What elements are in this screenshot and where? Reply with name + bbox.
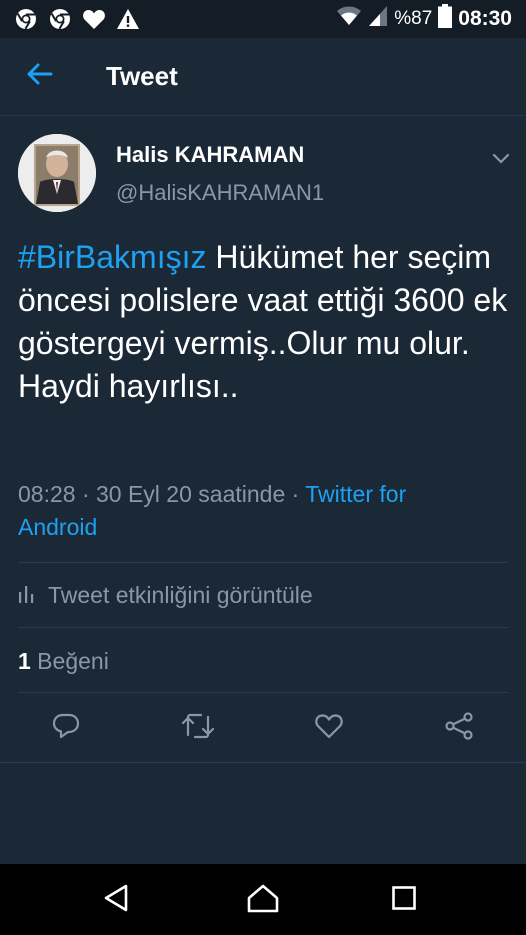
likes-label: Beğeni xyxy=(30,648,109,674)
arrow-left-icon xyxy=(27,63,53,90)
signal-icon xyxy=(368,5,388,33)
retweet-icon xyxy=(181,713,215,744)
activity-label[interactable]: Tweet etkinliğini görüntüle xyxy=(48,582,313,609)
nav-recents-button[interactable] xyxy=(384,882,424,918)
nav-home-button[interactable] xyxy=(243,882,283,918)
author-name[interactable]: Halis KAHRAMAN xyxy=(116,142,324,168)
retweet-button[interactable] xyxy=(176,706,220,750)
divider xyxy=(18,692,508,693)
reply-button[interactable] xyxy=(44,706,88,750)
tweet-menu-button[interactable] xyxy=(492,152,510,170)
share-icon xyxy=(444,711,474,745)
tweet-author[interactable]: Halis KAHRAMAN @HalisKAHRAMAN1 xyxy=(18,134,324,212)
divider xyxy=(0,762,526,763)
hashtag-link[interactable]: #BirBakmışız xyxy=(18,239,206,275)
divider xyxy=(18,562,508,563)
tweet-text: #BirBakmışız Hükümet her seçim öncesi po… xyxy=(18,236,513,408)
chrome-icon xyxy=(48,7,72,31)
likes-count-link[interactable]: 1 Beğeni xyxy=(18,648,109,675)
app-bar: Tweet xyxy=(0,38,526,116)
bar-chart-icon xyxy=(18,582,48,609)
battery-percent: %87 xyxy=(394,8,433,29)
tweet-actions xyxy=(0,706,526,750)
back-button[interactable] xyxy=(0,38,80,116)
chevron-down-icon xyxy=(492,152,510,169)
tweet-detail: Halis KAHRAMAN @HalisKAHRAMAN1 #BirBakmı… xyxy=(0,116,526,864)
battery-icon xyxy=(438,4,453,34)
recents-icon xyxy=(391,885,417,916)
reply-icon xyxy=(52,713,80,744)
status-bar: %87 08:30 xyxy=(0,0,526,38)
share-button[interactable] xyxy=(437,706,481,750)
tweet-meta: 08:28 · 30 Eyl 20 saatinde · Twitter for… xyxy=(18,478,488,545)
likes-count: 1 xyxy=(18,648,31,674)
avatar[interactable] xyxy=(18,134,96,212)
system-nav-bar xyxy=(0,864,526,935)
author-handle[interactable]: @HalisKAHRAMAN1 xyxy=(116,180,324,206)
warning-icon xyxy=(116,8,140,30)
nav-back-button[interactable] xyxy=(96,882,136,918)
like-button[interactable] xyxy=(307,706,351,750)
divider xyxy=(18,627,508,628)
chrome-icon xyxy=(14,7,38,31)
tweet-timestamp: 08:28 · 30 Eyl 20 saatinde · xyxy=(18,481,306,507)
clock: 08:30 xyxy=(458,7,512,30)
like-icon xyxy=(314,713,344,744)
home-icon xyxy=(246,883,280,918)
back-triangle-icon xyxy=(102,883,130,918)
wifi-icon xyxy=(336,5,362,33)
page-title: Tweet xyxy=(106,61,178,91)
heart-icon xyxy=(82,8,106,30)
tweet-activity-link[interactable]: Tweet etkinliğini görüntüle xyxy=(18,582,313,609)
